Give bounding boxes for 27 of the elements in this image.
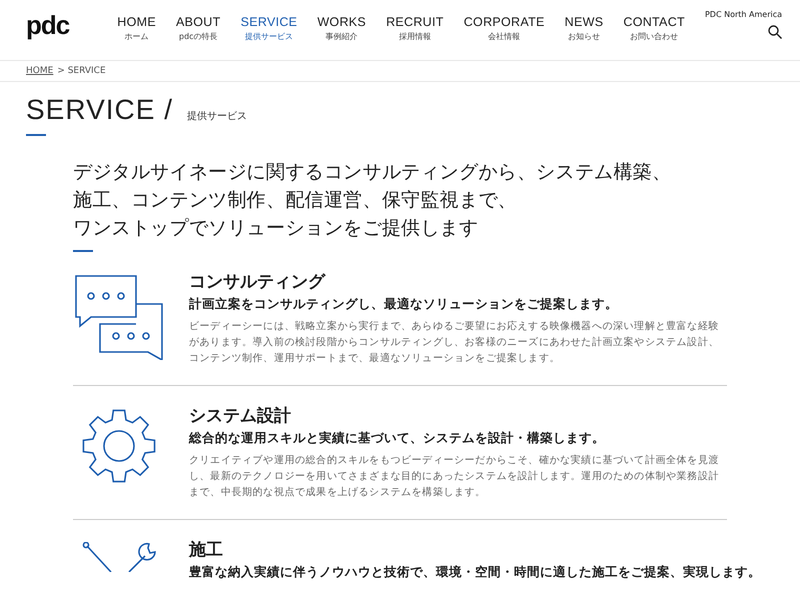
tools-icon	[81, 542, 157, 572]
nav-link[interactable]: CORPORATE 会社情報	[454, 14, 555, 42]
service-lead: 計画立案をコンサルティングし、最適なソリューションをご提案します。	[189, 296, 619, 313]
nav-link[interactable]: SERVICE 提供サービス	[230, 14, 308, 42]
nav-link[interactable]: NEWS お知らせ	[554, 14, 614, 42]
gear-icon	[81, 408, 157, 484]
service-description: ビーディーシーには、戦略立案から実行まで、あらゆるご要望にお応えする映像機器への深い理解と豊富な経験があります。導入前の検討段階からコンサルティングし、お客様のニーズにあわせた計画立案やシステム設計、コンテンツ制作、運用サポートまで、最適なソリューションをご提案します。	[189, 320, 720, 366]
service-title: システム設計	[189, 405, 292, 427]
search-icon[interactable]	[768, 24, 782, 38]
service-title: 施工	[189, 539, 224, 561]
service-lead: 総合的な運用スキルと実績に基づいて、システムを設計・構築します。	[189, 430, 606, 447]
nav-link[interactable]: RECRUIT 採用情報	[376, 14, 454, 42]
service-title: コンサルティング	[189, 271, 327, 293]
page-title: SERVICE /	[26, 94, 173, 126]
page-subtitle: 提供サービス	[186, 110, 247, 123]
speech-bubbles-icon	[74, 274, 164, 360]
logo[interactable]: pdc	[26, 10, 70, 40]
nav-link[interactable]: WORKS 事例紹介	[307, 14, 376, 42]
service-description: クリエイティブや運用の総合的スキルをもつビーディーシーだからこそ、確かな実績に基づいて計画全体を見渡し、最新のテクノロジーを用いてさまざまな目的にあったシステムを設計します。運用のための体制や業務設計まで、中長期的な視点で成果を上げるシステムを構築します。	[189, 454, 720, 500]
breadcrumb-current: > SERVICE	[57, 66, 106, 76]
nav-link[interactable]: ABOUT pdcの特長	[166, 14, 231, 42]
nav-link[interactable]: HOME ホーム	[107, 14, 166, 42]
breadcrumb-link[interactable]: HOME	[26, 66, 54, 76]
nav-link[interactable]: CONTACT お問い合わせ	[613, 14, 695, 42]
intro-text: デジタルサイネージに関するコンサルティングから、システム構築、 施工、コンテンツ制作、配信運営、保守監視まで、 ワンストップでソリューションをご提供します	[73, 160, 672, 241]
service-lead: 豊富な納入実績に伴うノウハウと技術で、環境・空間・時間に適した施工をご提案、実現します。	[189, 564, 761, 581]
region-link[interactable]: PDC North America	[704, 10, 782, 18]
